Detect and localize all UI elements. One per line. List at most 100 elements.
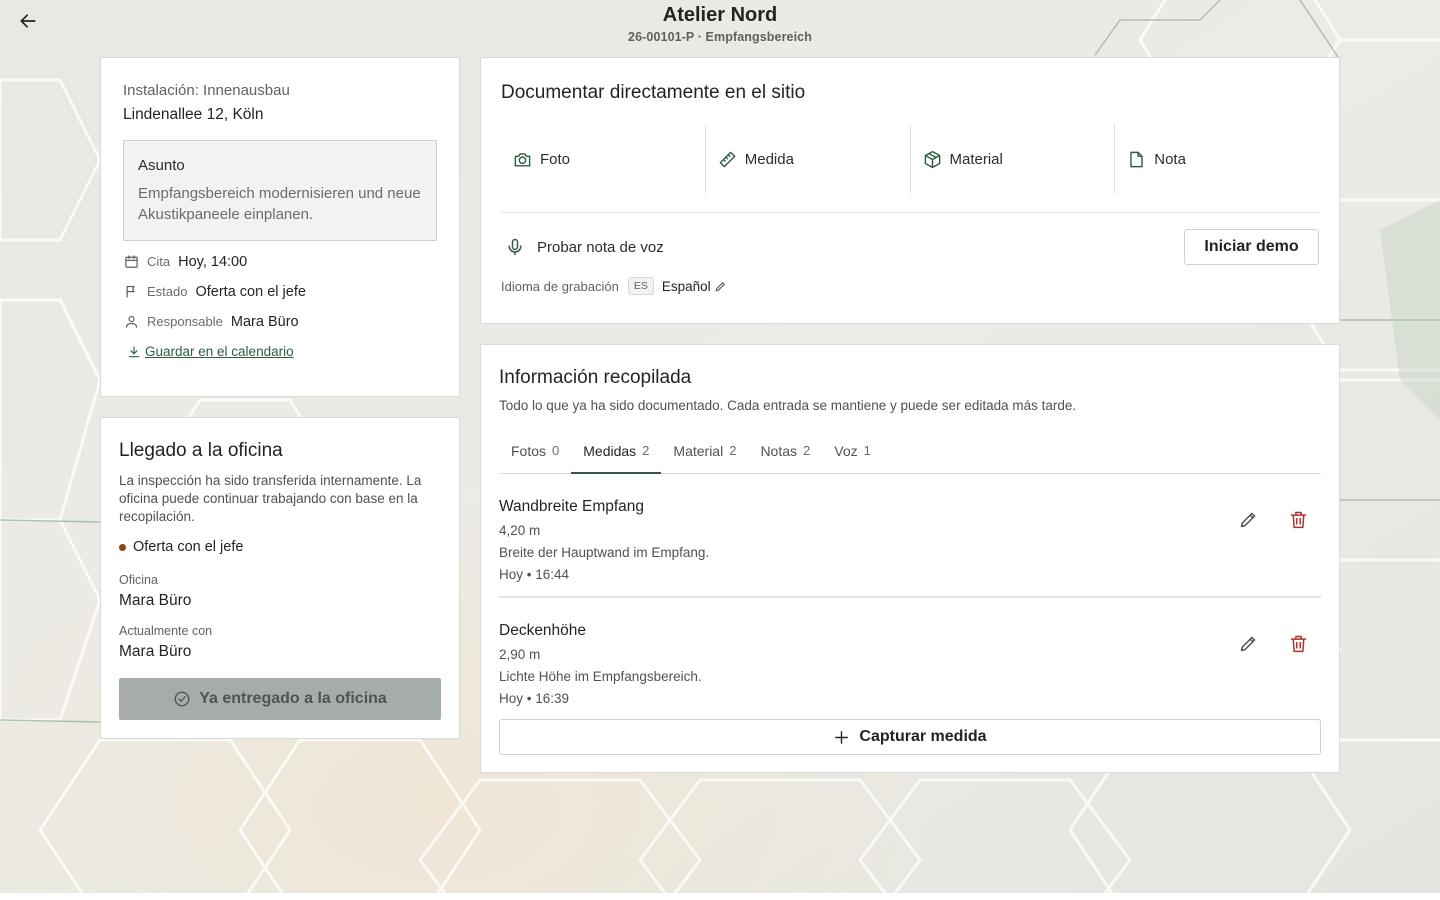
current-label: Actualmente con: [119, 624, 213, 638]
delete-entry-button[interactable]: [1288, 509, 1309, 530]
material-action-button[interactable]: Material: [909, 125, 1115, 193]
installation-card: Instalación: Innenausbau Lindenallee 12,…: [100, 57, 460, 397]
status-label: Estado: [147, 284, 188, 299]
installation-type: Instalación: Innenausbau: [123, 82, 290, 99]
appointment-value: Hoy, 14:00: [178, 253, 248, 270]
entry-time: Hoy • 16:39: [499, 691, 570, 706]
language-code-badge: ES: [627, 277, 654, 295]
installation-address: Lindenallee 12, Köln: [123, 106, 264, 123]
tab-measurements-label: Medidas: [583, 443, 637, 459]
page-subtitle: 26-00101-P · Empfangsbereich: [628, 30, 812, 44]
tab-measurements[interactable]: Medidas 2: [571, 436, 662, 474]
collected-info-card: Información recopilada Todo lo que ya ha…: [480, 344, 1340, 773]
documentation-divider: [501, 212, 1319, 213]
status-dot: [119, 543, 126, 551]
status-value: Oferta con el jefe: [195, 283, 306, 300]
photo-action-label: Foto: [540, 150, 571, 168]
current-value: Mara Büro: [119, 643, 192, 660]
owner-label: Responsable: [147, 314, 223, 329]
language-value: Español: [661, 278, 711, 294]
package-icon: [924, 150, 940, 168]
handed-to-office-label: Ya entregado a la oficina: [199, 690, 387, 707]
entry-description: Breite der Hauptwand im Empfang.: [499, 545, 710, 560]
edit-entry-button[interactable]: [1238, 509, 1259, 530]
photo-action-button[interactable]: Foto: [501, 125, 705, 193]
start-demo-button[interactable]: Iniciar demo: [1184, 229, 1319, 265]
measure-action-button[interactable]: Medida: [704, 125, 910, 193]
tab-notes-count: 2: [803, 443, 811, 458]
page-title: Atelier Nord: [662, 4, 778, 26]
user-icon: [123, 314, 139, 330]
material-action-label: Material: [949, 150, 1003, 168]
appointment-row: Cita Hoy, 14:00: [123, 252, 437, 271]
note-action-button[interactable]: Nota: [1114, 125, 1319, 193]
tab-voice-label: Voz: [834, 443, 858, 459]
calendar-icon: [123, 254, 139, 270]
edit-entry-button[interactable]: [1238, 633, 1259, 654]
tab-material-count: 2: [729, 443, 737, 458]
entry-value: 4,20 m: [499, 523, 541, 538]
entry-time: Hoy • 16:44: [499, 567, 570, 582]
download-icon: [128, 346, 140, 357]
collected-info-subtitle: Todo lo que ya ha sido documentado. Cada…: [499, 398, 1077, 413]
appointment-label: Cita: [147, 254, 171, 269]
office-status: Oferta con el jefe: [119, 539, 441, 555]
pencil-icon: [1240, 636, 1256, 652]
subject-box: Asunto Empfangsbereich modernisieren und…: [123, 140, 437, 241]
list-item: Deckenhöhe 2,90 m Lichte Höhe im Empfang…: [499, 597, 1321, 708]
pencil-icon: [715, 281, 725, 291]
page-header: Atelier Nord 26-00101-P · Empfangsbereic…: [0, 3, 1440, 44]
language-edit-button[interactable]: [714, 280, 727, 293]
document-icon: [1130, 151, 1144, 167]
capture-measurement-label: Capturar medida: [859, 728, 987, 745]
entries-list: Wandbreite Empfang 4,20 m Breite der Hau…: [499, 474, 1321, 719]
pencil-icon: [1240, 512, 1256, 528]
tab-measurements-count: 2: [642, 443, 650, 458]
tab-notes[interactable]: Notas 2: [748, 436, 822, 473]
office-text: La inspección ha sido transferida intern…: [119, 473, 422, 524]
ruler-icon: [719, 151, 736, 167]
documentation-title: Documentar directamente en el sitio: [501, 82, 806, 103]
info-tabs: Fotos 0 Medidas 2 Material 2 Notas 2 Voz 1: [499, 436, 1321, 474]
tab-voice-count: 1: [863, 443, 871, 458]
tab-material[interactable]: Material 2: [661, 436, 748, 473]
entry-title: Wandbreite Empfang: [499, 498, 645, 515]
check-circle-icon: [174, 691, 190, 707]
trash-icon: [1290, 635, 1307, 653]
entry-description: Lichte Höhe im Empfangsbereich.: [499, 669, 702, 684]
plus-icon: [835, 730, 849, 744]
tab-photos-count: 0: [552, 443, 560, 458]
microphone-icon: [505, 237, 525, 257]
subject-title: Asunto: [138, 157, 185, 174]
office-label: Oficina: [119, 573, 158, 587]
list-item: Wandbreite Empfang 4,20 m Breite der Hau…: [499, 474, 1321, 597]
subject-text: Empfangsbereich modernisieren und neue A…: [138, 185, 421, 223]
entry-value: 2,90 m: [499, 647, 541, 662]
office-title: Llegado a la oficina: [119, 440, 283, 461]
owner-value: Mara Büro: [230, 313, 299, 330]
arrow-left-icon: [20, 14, 36, 28]
entry-title: Deckenhöhe: [499, 622, 587, 639]
flag-icon: [123, 284, 139, 300]
language-row: Idioma de grabación ES Español: [501, 277, 1319, 295]
tab-photos-label: Fotos: [511, 443, 547, 459]
tab-voice[interactable]: Voz 1: [822, 436, 883, 473]
capture-measurement-button[interactable]: Capturar medida: [499, 719, 1321, 755]
office-value: Mara Büro: [119, 592, 192, 609]
note-action-label: Nota: [1154, 150, 1186, 168]
tab-photos[interactable]: Fotos 0: [499, 436, 571, 473]
handed-to-office-button[interactable]: Ya entregado a la oficina: [119, 678, 441, 720]
documentation-card: Documentar directamente en el sitio Foto…: [480, 57, 1340, 324]
delete-entry-button[interactable]: [1288, 633, 1309, 654]
camera-icon: [514, 152, 531, 167]
voice-note-label: Probar nota de voz: [537, 238, 664, 256]
language-label: Idioma de grabación: [501, 278, 619, 294]
owner-row: Responsable Mara Büro: [123, 312, 437, 331]
voice-note-row: Probar nota de voz Iniciar demo: [501, 229, 1319, 265]
back-button[interactable]: [14, 8, 42, 34]
tab-material-label: Material: [673, 443, 724, 459]
save-to-calendar-label: Guardar en el calendario: [145, 344, 294, 359]
save-to-calendar-link[interactable]: Guardar en el calendario: [127, 344, 437, 359]
measure-action-label: Medida: [744, 150, 794, 168]
office-card: Llegado a la oficina La inspección ha si…: [100, 417, 460, 739]
